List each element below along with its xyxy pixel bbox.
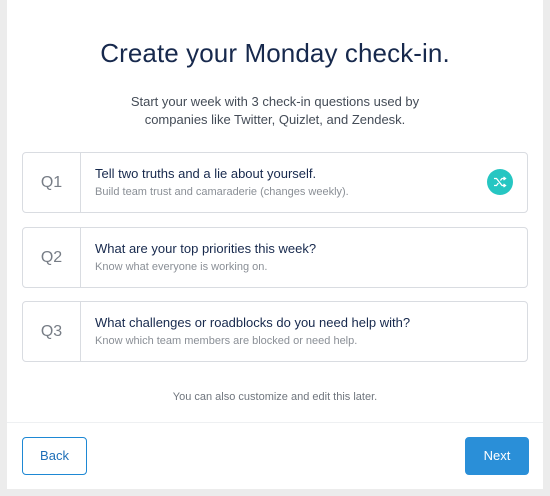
page-subtitle: Start your week with 3 check-in question… [75,93,475,129]
question-title: What are your top priorities this week? [95,241,317,256]
back-button[interactable]: Back [22,437,87,475]
question-title: What challenges or roadblocks do you nee… [95,315,411,330]
question-number: Q3 [23,302,81,361]
question-description: Know what everyone is working on. [95,261,268,273]
shuffle-icon[interactable] [487,169,513,195]
next-button[interactable]: Next [465,437,529,475]
question-description: Know which team members are blocked or n… [95,335,358,347]
subtitle-line: Start your week with 3 check-in question… [130,94,420,109]
question-number: Q1 [23,153,81,212]
question-card-q3[interactable]: Q3 What challenges or roadblocks do you … [22,301,528,362]
question-card-q2[interactable]: Q2 What are your top priorities this wee… [22,227,528,288]
question-description: Build team trust and camaraderie (change… [95,186,349,198]
question-number: Q2 [23,228,81,287]
page-title: Create your Monday check-in. [100,38,450,68]
checkin-dialog: Create your Monday check-in. Start your … [7,0,543,489]
question-card-q1[interactable]: Q1 Tell two truths and a lie about yours… [22,152,528,213]
footer-divider [7,422,543,423]
subtitle-line: companies like Twitter, Quizlet, and Zen… [144,112,406,127]
question-title: Tell two truths and a lie about yourself… [95,166,317,181]
customize-note: You can also customize and edit this lat… [172,391,378,403]
